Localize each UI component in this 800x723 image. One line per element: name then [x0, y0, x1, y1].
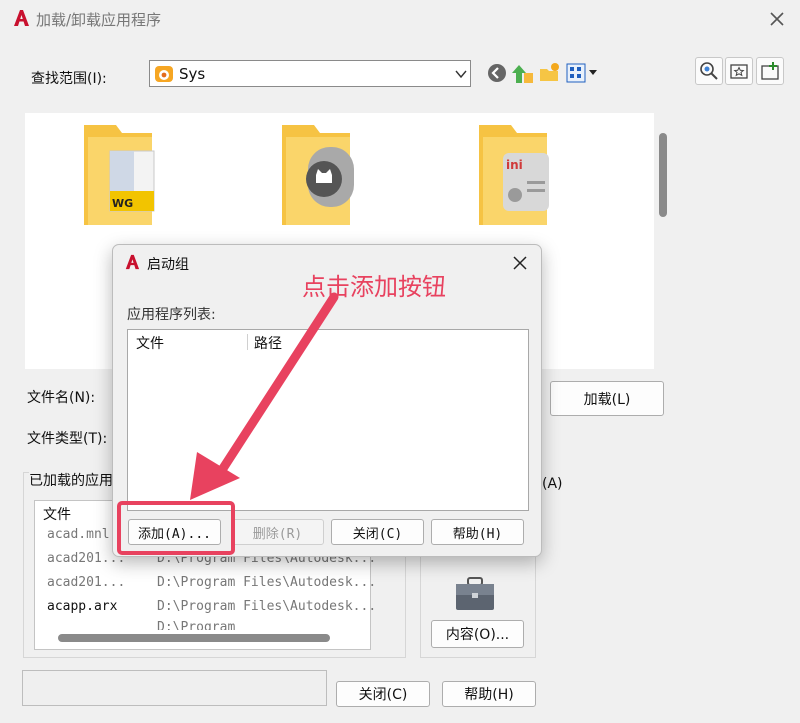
annotation-arrow [190, 292, 339, 500]
annotation-text: 点击添加按钮 [302, 273, 446, 301]
